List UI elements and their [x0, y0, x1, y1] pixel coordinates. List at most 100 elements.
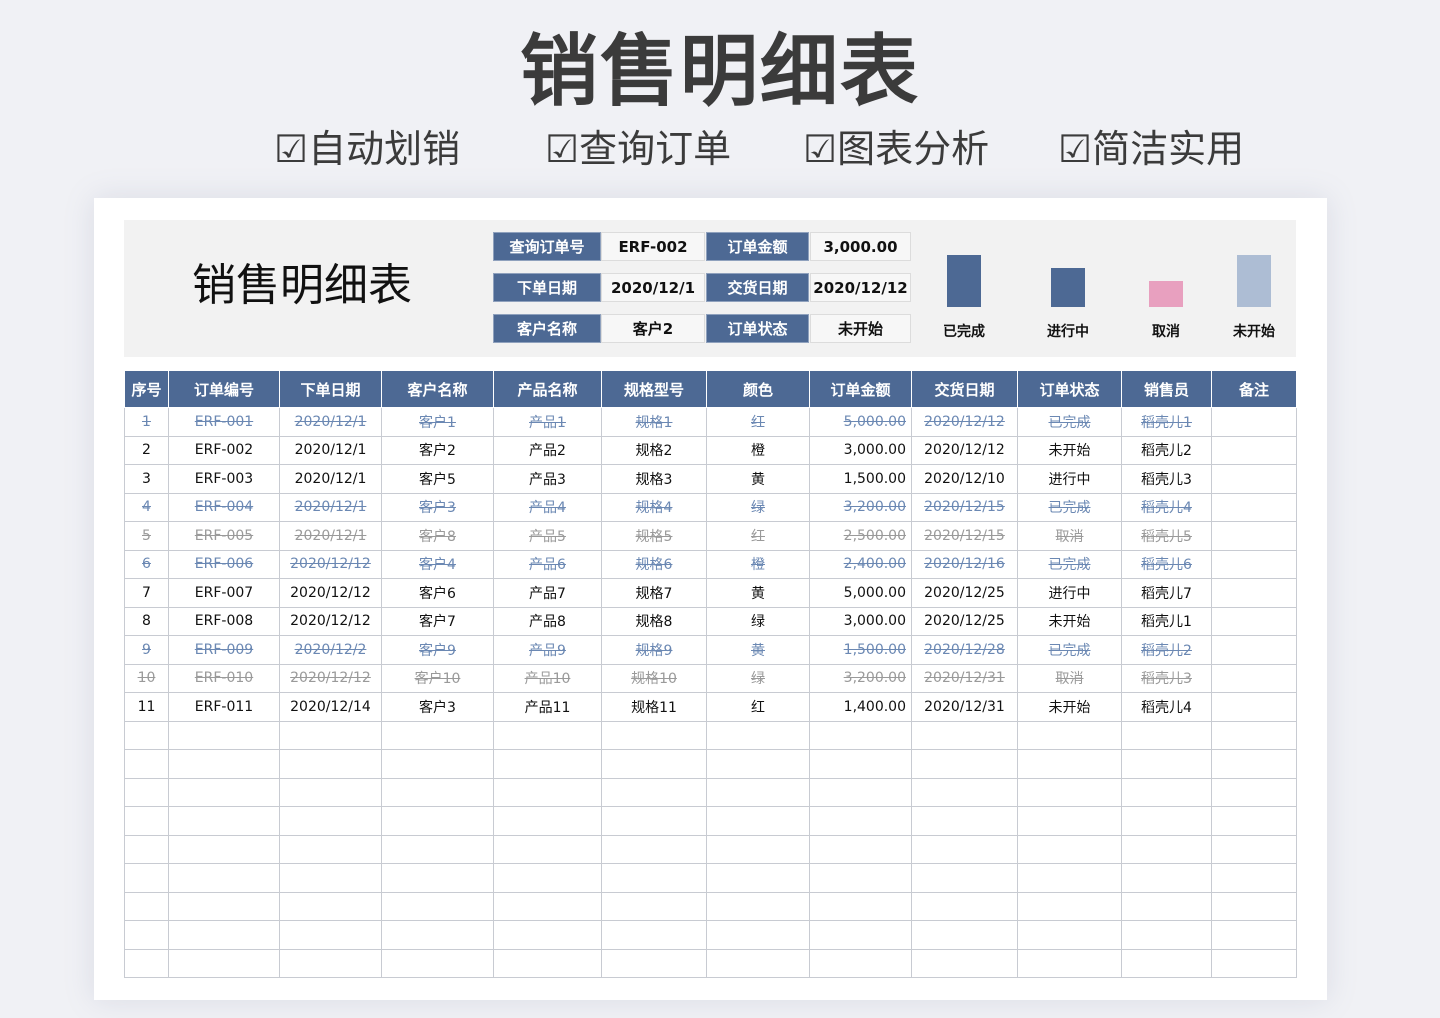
empty-cell[interactable] — [382, 864, 494, 893]
column-header[interactable]: 产品名称 — [494, 371, 602, 408]
empty-cell[interactable] — [169, 778, 280, 807]
table-cell[interactable]: 客户10 — [382, 664, 494, 693]
empty-cell[interactable] — [1018, 750, 1122, 779]
empty-cell[interactable] — [602, 949, 707, 978]
empty-cell[interactable] — [1018, 778, 1122, 807]
table-cell[interactable]: 已完成 — [1018, 550, 1122, 579]
table-cell[interactable]: 2020/12/12 — [280, 550, 382, 579]
table-cell[interactable] — [1212, 465, 1297, 494]
empty-cell[interactable] — [810, 892, 912, 921]
table-cell[interactable]: 已完成 — [1018, 408, 1122, 437]
table-cell[interactable]: 10 — [125, 664, 169, 693]
empty-cell[interactable] — [382, 807, 494, 836]
empty-cell[interactable] — [494, 721, 602, 750]
table-cell[interactable]: 橙 — [707, 436, 810, 465]
column-header[interactable]: 颜色 — [707, 371, 810, 408]
empty-cell[interactable] — [602, 892, 707, 921]
table-cell[interactable] — [1212, 636, 1297, 665]
table-cell[interactable]: ERF-004 — [169, 493, 280, 522]
column-header[interactable]: 规格型号 — [602, 371, 707, 408]
table-cell[interactable]: 规格6 — [602, 550, 707, 579]
table-cell[interactable]: 规格8 — [602, 607, 707, 636]
empty-cell[interactable] — [602, 778, 707, 807]
empty-cell[interactable] — [912, 864, 1018, 893]
table-cell[interactable]: 3,000.00 — [810, 436, 912, 465]
table-cell[interactable]: 客户1 — [382, 408, 494, 437]
empty-cell[interactable] — [382, 949, 494, 978]
table-cell[interactable]: 黄 — [707, 465, 810, 494]
table-cell[interactable]: 2020/12/15 — [912, 522, 1018, 551]
table-cell[interactable]: 9 — [125, 636, 169, 665]
empty-cell[interactable] — [494, 750, 602, 779]
empty-cell[interactable] — [169, 892, 280, 921]
empty-cell[interactable] — [707, 835, 810, 864]
table-cell[interactable]: 5 — [125, 522, 169, 551]
empty-cell[interactable] — [1212, 807, 1297, 836]
empty-cell[interactable] — [280, 835, 382, 864]
empty-cell[interactable] — [125, 778, 169, 807]
table-cell[interactable]: 2020/12/1 — [280, 408, 382, 437]
empty-cell[interactable] — [707, 921, 810, 950]
table-cell[interactable]: 规格2 — [602, 436, 707, 465]
empty-cell[interactable] — [1122, 949, 1212, 978]
empty-cell[interactable] — [1212, 721, 1297, 750]
table-cell[interactable]: 5,000.00 — [810, 408, 912, 437]
order-no-input[interactable]: ERF-002 — [601, 232, 705, 261]
table-cell[interactable]: 稻壳儿6 — [1122, 550, 1212, 579]
table-cell[interactable]: 2020/12/12 — [280, 607, 382, 636]
empty-cell[interactable] — [1018, 921, 1122, 950]
table-cell[interactable]: 红 — [707, 522, 810, 551]
table-cell[interactable]: 2020/12/25 — [912, 607, 1018, 636]
table-cell[interactable]: 产品11 — [494, 693, 602, 722]
empty-cell[interactable] — [602, 750, 707, 779]
table-cell[interactable] — [1212, 493, 1297, 522]
empty-cell[interactable] — [707, 750, 810, 779]
table-cell[interactable]: 产品6 — [494, 550, 602, 579]
empty-cell[interactable] — [810, 721, 912, 750]
table-cell[interactable]: 7 — [125, 579, 169, 608]
empty-cell[interactable] — [125, 892, 169, 921]
table-cell[interactable]: 规格3 — [602, 465, 707, 494]
table-cell[interactable]: 规格10 — [602, 664, 707, 693]
table-cell[interactable]: 规格7 — [602, 579, 707, 608]
table-cell[interactable]: ERF-007 — [169, 579, 280, 608]
table-cell[interactable]: 2020/12/28 — [912, 636, 1018, 665]
table-cell[interactable]: 产品4 — [494, 493, 602, 522]
table-cell[interactable]: 产品2 — [494, 436, 602, 465]
table-cell[interactable]: 黄 — [707, 636, 810, 665]
empty-cell[interactable] — [1018, 807, 1122, 836]
table-cell[interactable]: 客户3 — [382, 493, 494, 522]
table-cell[interactable]: 稻壳儿5 — [1122, 522, 1212, 551]
table-cell[interactable]: 3 — [125, 465, 169, 494]
table-cell[interactable]: 4 — [125, 493, 169, 522]
empty-cell[interactable] — [494, 921, 602, 950]
empty-cell[interactable] — [602, 807, 707, 836]
table-cell[interactable]: 客户2 — [382, 436, 494, 465]
empty-cell[interactable] — [1212, 835, 1297, 864]
table-cell[interactable] — [1212, 408, 1297, 437]
table-cell[interactable]: 2020/12/12 — [912, 408, 1018, 437]
table-cell[interactable]: 2020/12/1 — [280, 493, 382, 522]
empty-cell[interactable] — [1018, 892, 1122, 921]
table-cell[interactable]: ERF-001 — [169, 408, 280, 437]
table-cell[interactable]: 客户6 — [382, 579, 494, 608]
table-cell[interactable]: 客户4 — [382, 550, 494, 579]
table-cell[interactable]: 稻壳儿3 — [1122, 664, 1212, 693]
table-cell[interactable]: 规格1 — [602, 408, 707, 437]
table-cell[interactable]: 客户7 — [382, 607, 494, 636]
empty-cell[interactable] — [1212, 750, 1297, 779]
table-cell[interactable]: ERF-010 — [169, 664, 280, 693]
table-cell[interactable]: 2,400.00 — [810, 550, 912, 579]
empty-cell[interactable] — [125, 864, 169, 893]
table-cell[interactable]: 2,500.00 — [810, 522, 912, 551]
empty-cell[interactable] — [1212, 921, 1297, 950]
table-cell[interactable]: 2 — [125, 436, 169, 465]
table-cell[interactable]: 2020/12/16 — [912, 550, 1018, 579]
empty-cell[interactable] — [602, 921, 707, 950]
table-cell[interactable]: 未开始 — [1018, 436, 1122, 465]
empty-cell[interactable] — [602, 864, 707, 893]
table-cell[interactable]: 2020/12/12 — [280, 579, 382, 608]
table-cell[interactable]: 产品8 — [494, 607, 602, 636]
empty-cell[interactable] — [1122, 864, 1212, 893]
table-cell[interactable]: 2020/12/12 — [912, 436, 1018, 465]
